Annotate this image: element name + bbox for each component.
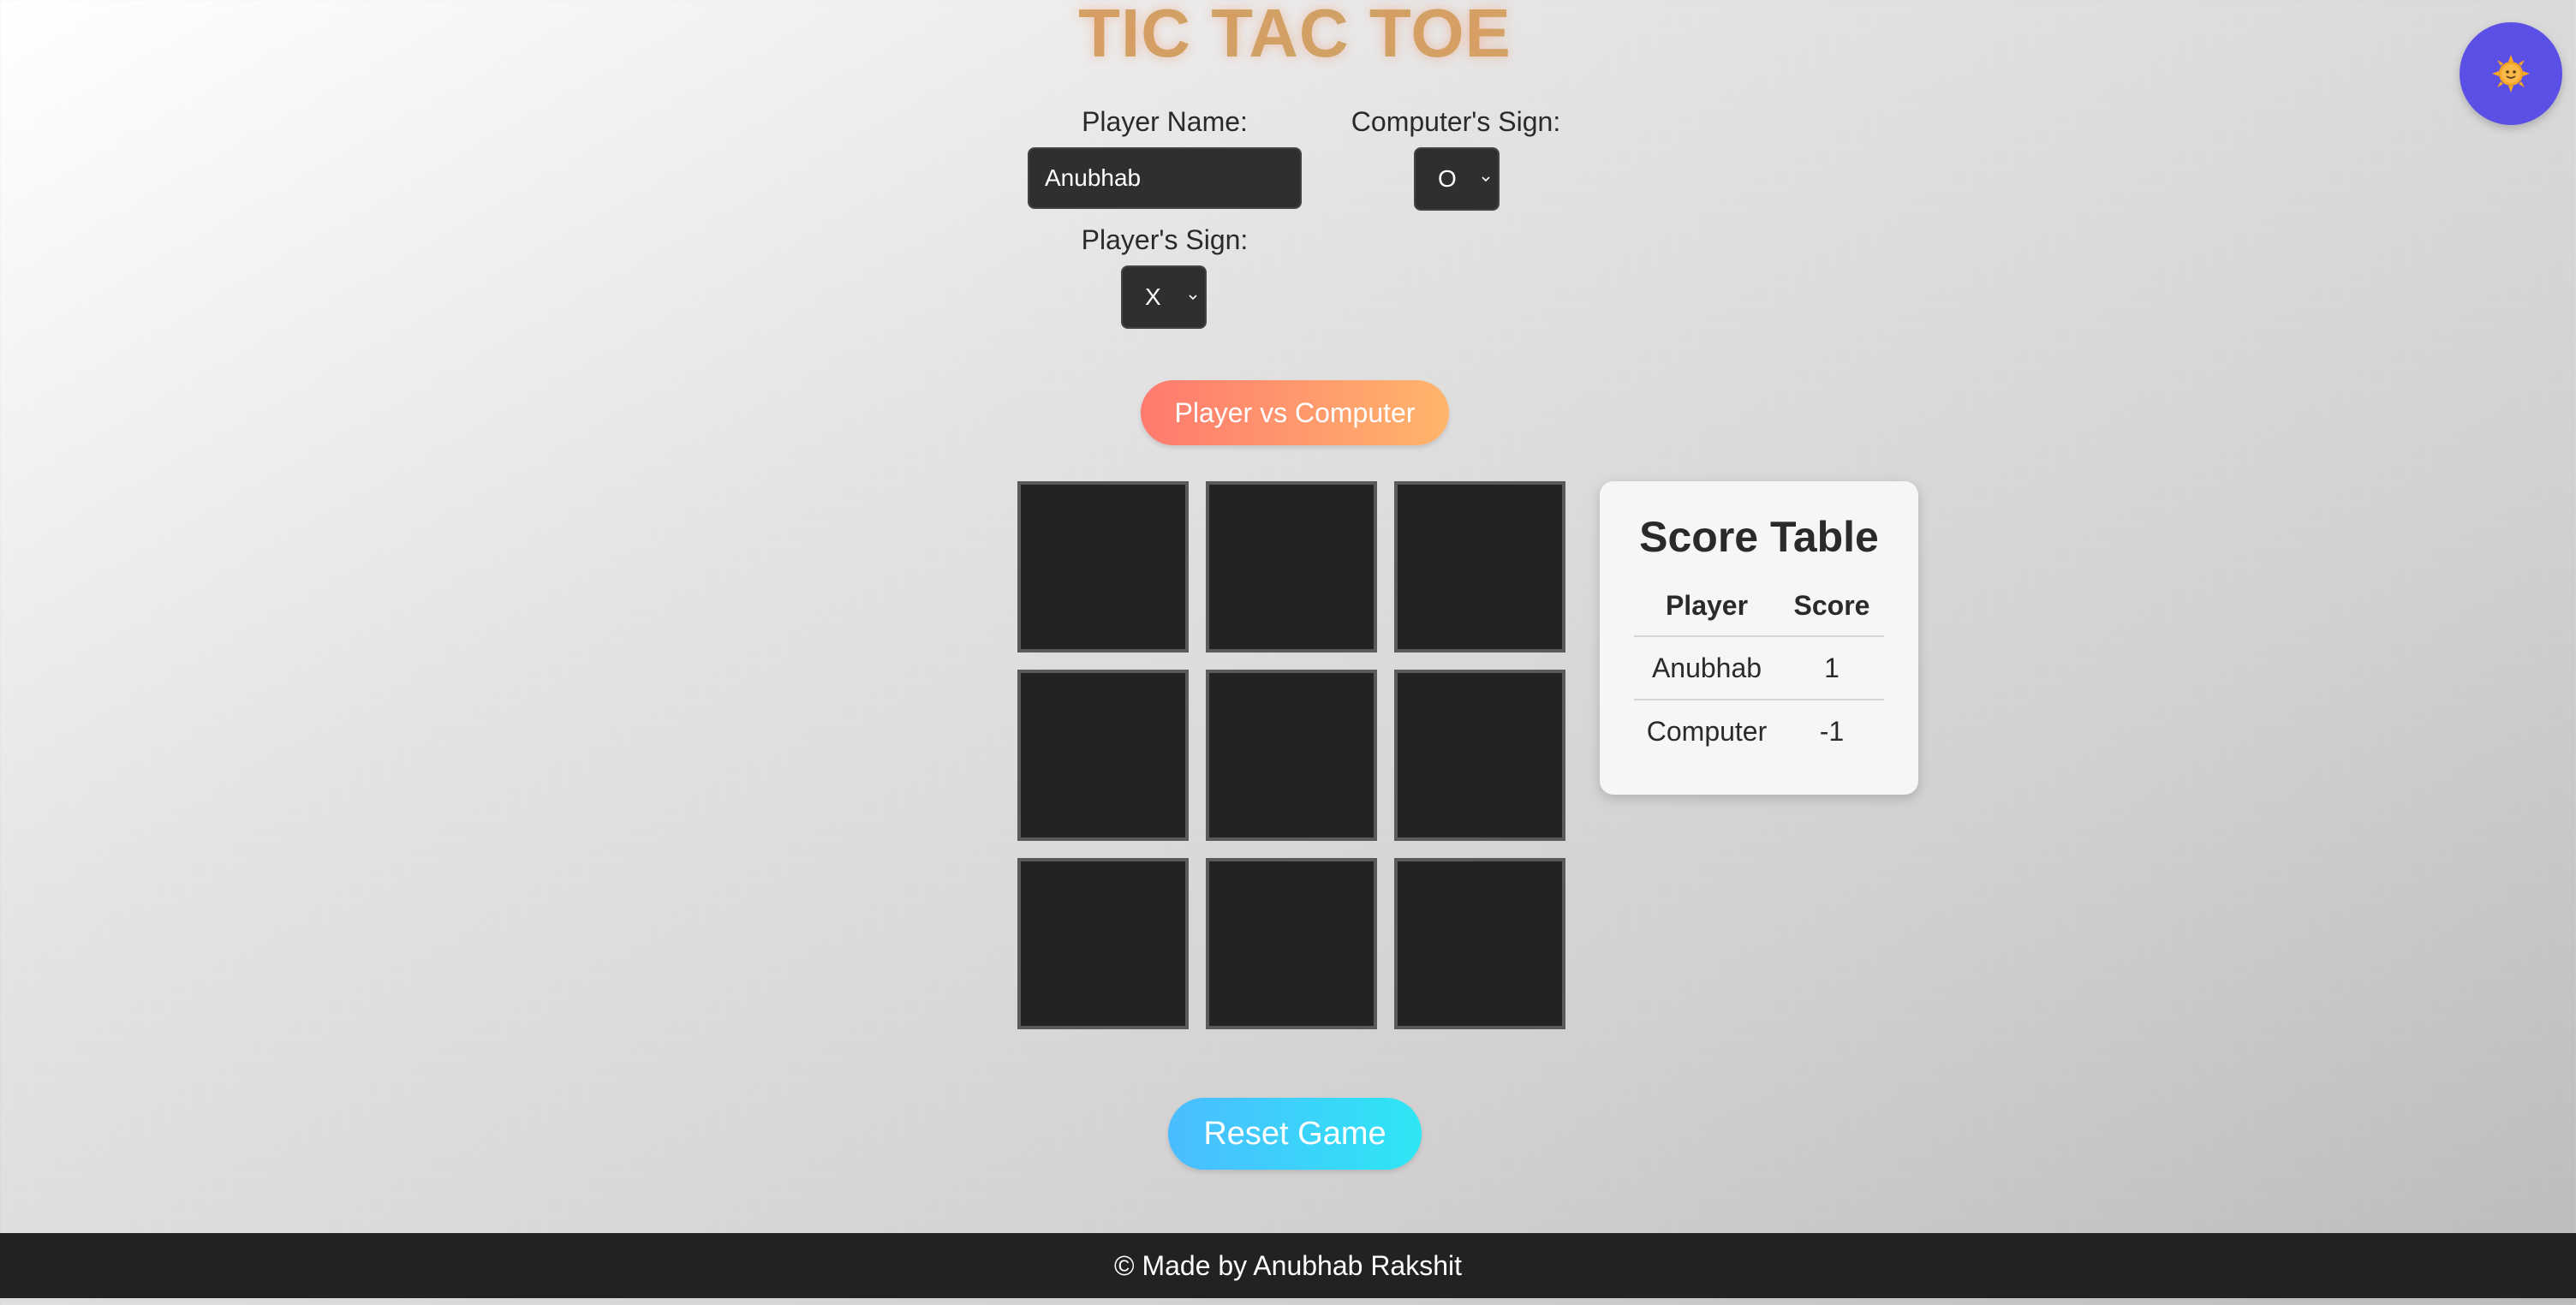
player-sign-label: Player's Sign: xyxy=(1081,224,1249,255)
computer-sign-select[interactable]: O xyxy=(1414,147,1500,211)
board-cell-2[interactable] xyxy=(1206,481,1377,652)
player-sign-select[interactable]: X xyxy=(1121,265,1207,329)
row-score: 1 xyxy=(1824,652,1840,683)
score-table-title: Score Table xyxy=(1639,513,1879,561)
player-name-input[interactable] xyxy=(1028,147,1302,209)
reset-game-button[interactable]: Reset Game xyxy=(1168,1098,1422,1170)
board-cell-3[interactable] xyxy=(1394,481,1565,652)
theme-toggle-button[interactable] xyxy=(2460,22,2562,125)
chevron-down-icon xyxy=(1189,295,1197,301)
sun-icon xyxy=(2492,55,2530,92)
score-table-card: Score Table Player Score Anubhab 1 Compu… xyxy=(1600,481,1918,795)
player-name-label: Player Name: xyxy=(1082,106,1248,137)
board-cell-5[interactable] xyxy=(1206,670,1377,841)
chevron-down-icon xyxy=(1482,176,1490,182)
page-title: TIC TAC TOE xyxy=(0,0,2576,68)
board-cell-8[interactable] xyxy=(1206,858,1377,1029)
player-sign-value: X xyxy=(1145,283,1161,310)
board-cell-6[interactable] xyxy=(1394,670,1565,841)
header-score: Score xyxy=(1793,589,1870,621)
computer-sign-label: Computer's Sign: xyxy=(1351,106,1561,137)
game-board xyxy=(1017,481,1565,1029)
footer: © Made by Anubhab Rakshit xyxy=(0,1233,2576,1298)
header-player: Player xyxy=(1665,589,1749,621)
computer-sign-value: O xyxy=(1438,165,1457,192)
table-row: Anubhab 1 xyxy=(1634,637,1884,700)
board-cell-4[interactable] xyxy=(1017,670,1189,841)
row-player: Anubhab xyxy=(1651,652,1762,683)
table-row: Computer -1 xyxy=(1634,700,1884,762)
player-vs-computer-button[interactable]: Player vs Computer xyxy=(1141,380,1449,445)
footer-text: © Made by Anubhab Rakshit xyxy=(1113,1249,1463,1281)
board-cell-9[interactable] xyxy=(1394,858,1565,1029)
score-table: Player Score Anubhab 1 Computer -1 xyxy=(1634,575,1884,762)
board-cell-1[interactable] xyxy=(1017,481,1189,652)
score-table-header: Player Score xyxy=(1634,575,1884,637)
board-cell-7[interactable] xyxy=(1017,858,1189,1029)
row-player: Computer xyxy=(1646,715,1768,747)
row-score: -1 xyxy=(1819,715,1845,747)
